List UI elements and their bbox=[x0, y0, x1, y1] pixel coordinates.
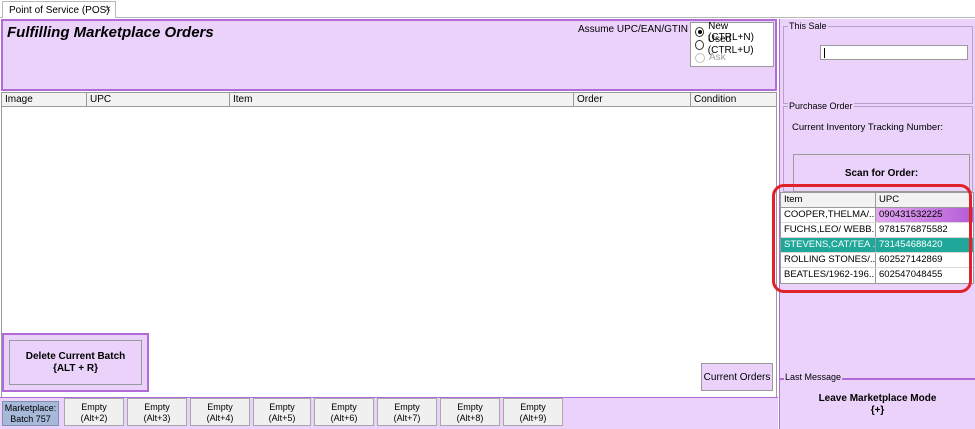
order-row[interactable]: BEATLES/1962-196... 602547048455 bbox=[781, 268, 973, 283]
slot-label: Empty bbox=[520, 402, 546, 412]
delete-batch-panel: Delete Current Batch {ALT + R} bbox=[2, 333, 149, 392]
order-upc: 602527142869 bbox=[879, 254, 943, 265]
order-item: COOPER,THELMA/... bbox=[781, 208, 876, 222]
leave-marketplace-button[interactable]: Leave Marketplace Mode {+} bbox=[780, 378, 975, 429]
orders-grid-header: Image UPC Item Order Condition bbox=[1, 92, 777, 107]
order-item: ROLLING STONES/... bbox=[781, 253, 876, 267]
marketplace-batch-button[interactable]: Marketplace: Batch 757 bbox=[2, 401, 59, 426]
column-condition[interactable]: Condition bbox=[691, 93, 776, 106]
slot-shortcut: (Alt+7) bbox=[393, 413, 421, 423]
header-panel: Fulfilling Marketplace Orders Assume UPC… bbox=[1, 19, 777, 91]
purchase-orders-table: Item UPC COOPER,THELMA/... 090431532225 … bbox=[780, 192, 974, 284]
slot-label: Empty bbox=[269, 402, 295, 412]
close-icon[interactable]: × bbox=[105, 4, 111, 15]
assume-label: Assume UPC/EAN/GTIN are: bbox=[578, 24, 709, 35]
slot-shortcut: (Alt+9) bbox=[519, 413, 547, 423]
leave-marketplace-shortcut: {+} bbox=[870, 404, 885, 416]
radio-ask-button bbox=[695, 52, 705, 63]
radio-new-button[interactable] bbox=[695, 26, 705, 37]
orders-table-header: Item UPC bbox=[781, 193, 973, 208]
slot-shortcut: (Alt+2) bbox=[80, 413, 108, 423]
right-panel: This Sale Purchase Order Current Invento… bbox=[779, 19, 975, 429]
slot-shortcut: (Alt+8) bbox=[456, 413, 484, 423]
batch-slot-button[interactable]: Empty (Alt+6) bbox=[314, 398, 374, 426]
delete-batch-label: Delete Current Batch bbox=[25, 350, 126, 362]
batch-slot-button[interactable]: Empty (Alt+7) bbox=[377, 398, 437, 426]
leave-marketplace-label: Leave Marketplace Mode bbox=[818, 392, 937, 404]
order-item: FUCHS,LEO/ WEBB... bbox=[781, 223, 876, 237]
order-row[interactable]: ROLLING STONES/... 602527142869 bbox=[781, 253, 973, 268]
slot-shortcut: (Alt+5) bbox=[268, 413, 296, 423]
order-upc: 731454688420 bbox=[879, 239, 943, 250]
radio-ask-label: Ask bbox=[709, 52, 726, 63]
tab-title: Point of Service (POS) bbox=[9, 4, 110, 16]
this-sale-group: This Sale bbox=[783, 21, 973, 104]
column-item[interactable]: Item bbox=[230, 93, 574, 106]
slot-shortcut: (Alt+6) bbox=[330, 413, 358, 423]
slot-shortcut: (Alt+4) bbox=[206, 413, 234, 423]
order-item: BEATLES/1962-196... bbox=[781, 268, 876, 283]
column-upc[interactable]: UPC bbox=[876, 193, 973, 207]
order-upc: 090431532225 bbox=[876, 208, 973, 222]
this-sale-legend: This Sale bbox=[788, 21, 828, 31]
purchase-order-group: Purchase Order Current Inventory Trackin… bbox=[783, 101, 973, 192]
page-title: Fulfilling Marketplace Orders bbox=[7, 24, 214, 41]
batch-slot-button[interactable]: Empty (Alt+4) bbox=[190, 398, 250, 426]
batch-slot-button[interactable]: Empty (Alt+2) bbox=[64, 398, 124, 426]
order-upc: 9781576875582 bbox=[879, 224, 948, 235]
condition-radio-group: New (CTRL+N) Used (CTRL+U) Ask bbox=[690, 21, 774, 67]
order-item: STEVENS,CAT/TEA ... bbox=[781, 238, 876, 252]
batch-number: Batch 757 bbox=[10, 414, 51, 424]
tab-bar: Point of Service (POS) × bbox=[0, 0, 975, 18]
radio-used[interactable]: Used (CTRL+U) bbox=[695, 34, 769, 56]
sale-input[interactable] bbox=[820, 45, 968, 60]
current-orders-button[interactable]: Current Orders bbox=[701, 363, 773, 391]
slot-label: Empty bbox=[207, 402, 233, 412]
order-upc: 602547048455 bbox=[879, 269, 943, 280]
marketplace-label: Marketplace: bbox=[4, 403, 57, 413]
slot-label: Empty bbox=[331, 402, 357, 412]
batch-slot-button[interactable]: Empty (Alt+5) bbox=[253, 398, 311, 426]
radio-used-button[interactable] bbox=[695, 39, 704, 50]
delete-batch-shortcut: {ALT + R} bbox=[52, 362, 99, 374]
slot-shortcut: (Alt+3) bbox=[143, 413, 171, 423]
last-message-legend: Last Message bbox=[784, 372, 843, 382]
delete-current-batch-button[interactable]: Delete Current Batch {ALT + R} bbox=[9, 340, 142, 385]
order-row-selected[interactable]: STEVENS,CAT/TEA ... 731454688420 bbox=[781, 238, 973, 253]
column-item[interactable]: Item bbox=[781, 193, 876, 207]
purchase-order-legend: Purchase Order bbox=[788, 101, 854, 111]
order-row[interactable]: COOPER,THELMA/... 090431532225 bbox=[781, 208, 973, 223]
batch-slot-button[interactable]: Empty (Alt+3) bbox=[127, 398, 187, 426]
order-row[interactable]: FUCHS,LEO/ WEBB... 9781576875582 bbox=[781, 223, 973, 238]
batch-bar: Marketplace: Batch 757 Empty (Alt+2) Emp… bbox=[0, 397, 778, 429]
scan-for-order-button[interactable]: Scan for Order: bbox=[793, 154, 970, 192]
slot-label: Empty bbox=[457, 402, 483, 412]
tracking-number-label: Current Inventory Tracking Number: bbox=[792, 122, 944, 133]
column-upc[interactable]: UPC bbox=[87, 93, 230, 106]
tab-point-of-service[interactable]: Point of Service (POS) × bbox=[2, 1, 116, 18]
batch-slot-button[interactable]: Empty (Alt+8) bbox=[440, 398, 500, 426]
slot-label: Empty bbox=[144, 402, 170, 412]
text-caret bbox=[824, 48, 825, 58]
batch-slot-button[interactable]: Empty (Alt+9) bbox=[503, 398, 563, 426]
column-image[interactable]: Image bbox=[2, 93, 87, 106]
slot-label: Empty bbox=[394, 402, 420, 412]
slot-label: Empty bbox=[81, 402, 107, 412]
column-order[interactable]: Order bbox=[574, 93, 691, 106]
